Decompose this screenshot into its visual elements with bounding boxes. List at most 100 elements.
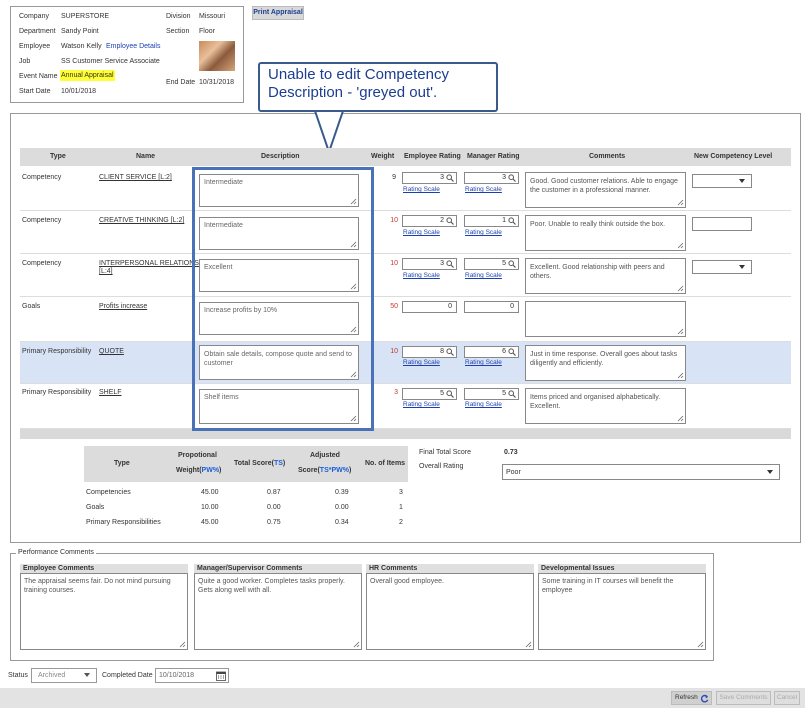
employee-rating-input[interactable]: 3 — [402, 258, 457, 270]
manager-rating-input[interactable]: 0 — [464, 301, 519, 313]
employee-rating-input[interactable]: 8 — [402, 346, 457, 358]
summary-row-weight: 45.00 — [201, 489, 219, 496]
search-icon[interactable] — [508, 174, 516, 182]
summary-row-items: 3 — [399, 489, 403, 496]
paren-text: ) — [348, 467, 352, 474]
row-name-link[interactable]: Profits increase — [99, 303, 147, 310]
manager-rating-input[interactable]: 6 — [464, 346, 519, 358]
comment-textarea[interactable]: Good. Good customer relations. Able to e… — [525, 172, 686, 208]
manager-rating-input[interactable]: 3 — [464, 172, 519, 184]
comment-textarea[interactable]: Just in time response. Overall goes abou… — [525, 345, 686, 381]
cancel-button[interactable]: Cancel — [774, 691, 800, 705]
employee-rating-input[interactable]: 0 — [402, 301, 457, 313]
job-label: Job — [19, 58, 31, 65]
manager-rating-scale-link[interactable]: Rating Scale — [465, 359, 502, 366]
comment-textarea[interactable]: Items priced and organised alphabeticall… — [525, 388, 686, 424]
manager-rating-input[interactable]: 5 — [464, 258, 519, 270]
summary-col-weight-l2: Weight(PW%) — [176, 467, 221, 474]
manager-rating-scale-link[interactable]: Rating Scale — [465, 272, 502, 279]
comment-textarea[interactable]: Poor. Unable to really think outside the… — [525, 215, 686, 251]
developmental-issues-section: Developmental Issues Some training in IT… — [538, 564, 706, 650]
employee-rating-scale-link[interactable]: Rating Scale — [403, 272, 440, 279]
resize-grip-icon — [677, 285, 684, 292]
manager-rating-scale-link[interactable]: Rating Scale — [465, 401, 502, 408]
row-name-link[interactable]: CREATIVE THINKING [L:2] — [99, 217, 184, 224]
weight-value: 10 — [390, 260, 398, 267]
section-label: Section — [166, 28, 190, 35]
chevron-down-icon — [84, 673, 90, 677]
comment-textarea[interactable] — [525, 301, 686, 337]
search-icon[interactable] — [446, 260, 454, 268]
search-icon[interactable] — [508, 260, 516, 268]
developmental-issues-textarea[interactable]: Some training in IT courses will benefit… — [538, 573, 706, 650]
event-label: Event Name — [19, 73, 58, 80]
status-select[interactable]: Archived — [31, 668, 97, 683]
search-icon[interactable] — [446, 217, 454, 225]
chevron-down-icon — [739, 179, 745, 183]
manager-rating-scale-link[interactable]: Rating Scale — [465, 186, 502, 193]
developmental-issues-text: Some training in IT courses will benefit… — [542, 578, 674, 594]
row-name-link[interactable]: QUOTE — [99, 348, 124, 355]
employee-details-link[interactable]: Employee Details — [106, 43, 160, 50]
employee-comments-section: Employee Comments The appraisal seems fa… — [20, 564, 188, 650]
print-appraisal-button[interactable]: Print Appraisal — [252, 6, 304, 20]
col-weight: Weight — [371, 153, 395, 160]
employee-rating-input[interactable]: 2 — [402, 215, 457, 227]
chevron-down-icon — [739, 265, 745, 269]
manager-rating-scale-link[interactable]: Rating Scale — [465, 229, 502, 236]
search-icon[interactable] — [446, 348, 454, 356]
hr-comments-textarea[interactable]: Overall good employee. — [366, 573, 534, 650]
row-name-link[interactable]: INTERPERSONAL RELATIONS — [99, 260, 199, 267]
new-competency-level-select[interactable] — [692, 174, 752, 188]
employee-rating-scale-link[interactable]: Rating Scale — [403, 186, 440, 193]
search-icon[interactable] — [446, 390, 454, 398]
employee-rating-input[interactable]: 5 — [402, 388, 457, 400]
save-comments-button[interactable]: Save Comments — [716, 691, 771, 705]
summary-row-total: 0.87 — [267, 489, 281, 496]
new-competency-level-select[interactable] — [692, 217, 752, 231]
table-footer-band — [20, 429, 791, 439]
employee-comments-textarea[interactable]: The appraisal seems fair. Do not mind pu… — [20, 573, 188, 650]
row-name-link[interactable]: CLIENT SERVICE [L:2] — [99, 174, 172, 181]
employee-rating-scale-link[interactable]: Rating Scale — [403, 401, 440, 408]
row-name-link[interactable]: SHELF — [99, 389, 122, 396]
summary-col-weight-l1: Propotional — [178, 452, 217, 459]
search-icon[interactable] — [508, 217, 516, 225]
row-type: Competency — [22, 260, 62, 267]
weight-value: 10 — [390, 217, 398, 224]
paren-text: ) — [282, 460, 286, 467]
performance-comments-legend: Performance Comments — [16, 549, 96, 556]
comment-text: Items priced and organised alphabeticall… — [530, 394, 661, 410]
completed-date-input[interactable]: 10/10/2018 — [155, 668, 229, 683]
comment-text: Just in time response. Overall goes abou… — [530, 351, 678, 367]
start-date-value: 10/01/2018 — [61, 88, 97, 95]
employee-rating-value: 2 — [440, 217, 444, 224]
employee-rating-scale-link[interactable]: Rating Scale — [403, 359, 440, 366]
search-icon[interactable] — [508, 348, 516, 356]
col-name: Name — [136, 153, 156, 160]
pw-text: PW% — [331, 467, 349, 474]
summary-row-adjusted: 0.39 — [335, 489, 349, 496]
summary-weight-text: Weight( — [176, 467, 202, 474]
employee-rating-input[interactable]: 3 — [402, 172, 457, 184]
employee-rating-scale-link[interactable]: Rating Scale — [403, 229, 440, 236]
new-competency-level-select[interactable] — [692, 260, 752, 274]
description-highlight-frame — [192, 167, 374, 431]
comment-textarea[interactable]: Excellent. Good relationship with peers … — [525, 258, 686, 294]
row-name-level-link[interactable]: [L:4] — [99, 268, 113, 275]
summary-row-total: 0.00 — [267, 504, 281, 511]
overall-rating-select[interactable]: Poor — [502, 464, 780, 480]
row-type: Competency — [22, 174, 62, 181]
manager-comments-textarea[interactable]: Quite a good worker. Completes tasks pro… — [194, 573, 362, 650]
manager-rating-input[interactable]: 5 — [464, 388, 519, 400]
start-date-label: Start Date — [19, 88, 51, 95]
calendar-icon[interactable] — [216, 671, 226, 681]
search-icon[interactable] — [508, 390, 516, 398]
employee-photo — [199, 41, 235, 71]
manager-rating-value: 3 — [502, 174, 506, 181]
refresh-button[interactable]: Refresh — [671, 691, 712, 705]
search-icon[interactable] — [446, 174, 454, 182]
manager-rating-input[interactable]: 1 — [464, 215, 519, 227]
hr-comments-section: HR Comments Overall good employee. — [366, 564, 534, 650]
col-type: Type — [50, 153, 66, 160]
